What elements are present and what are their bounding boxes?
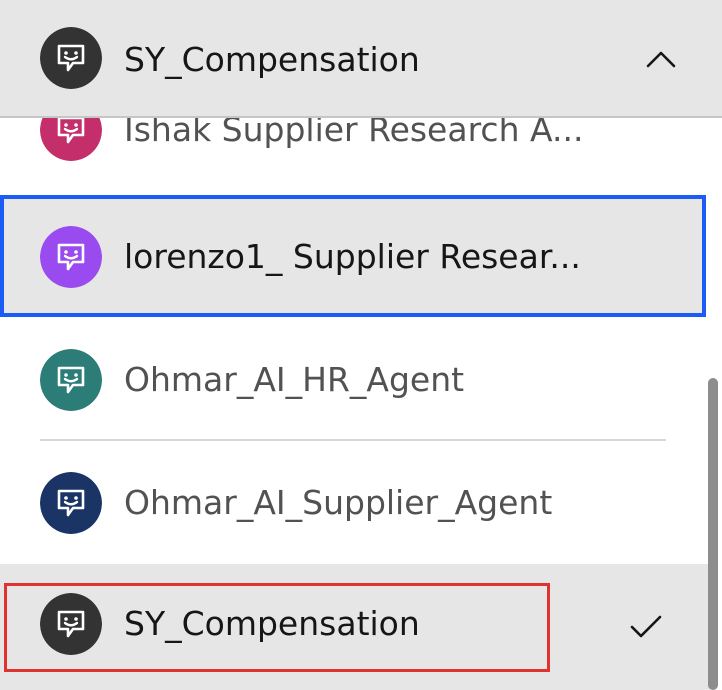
selected-agent-label: SY_Compensation xyxy=(124,40,420,79)
chat-bot-icon xyxy=(40,118,102,161)
option-label: lorenzo1_ Supplier Resear... xyxy=(124,237,581,276)
option-sy-compensation[interactable]: SY_Compensation xyxy=(0,564,710,690)
agent-dropdown: SY_Compensation Ishak Supplier Research … xyxy=(0,0,722,690)
option-label: Ohmar_AI_HR_Agent xyxy=(124,360,465,399)
option-lorenzo1-supplier-research[interactable]: lorenzo1_ Supplier Resear... xyxy=(0,195,706,317)
agent-options-list: Ishak Supplier Research A... lorenzo1_ S… xyxy=(0,118,722,690)
agent-dropdown-trigger[interactable]: SY_Compensation xyxy=(0,0,722,118)
option-ohmar-ai-supplier-agent[interactable]: Ohmar_AI_Supplier_Agent xyxy=(0,441,710,565)
checkmark-icon xyxy=(630,615,662,638)
option-ohmar-ai-hr-agent[interactable]: Ohmar_AI_HR_Agent xyxy=(0,318,710,442)
chat-bot-icon xyxy=(40,226,102,288)
option-label: Ohmar_AI_Supplier_Agent xyxy=(124,483,553,522)
chat-bot-icon xyxy=(40,593,102,655)
option-ishak-supplier-research[interactable]: Ishak Supplier Research A... xyxy=(0,118,710,192)
chat-bot-icon xyxy=(40,349,102,411)
option-label: SY_Compensation xyxy=(124,604,420,643)
scrollbar-thumb[interactable] xyxy=(708,378,718,690)
option-label: Ishak Supplier Research A... xyxy=(124,118,584,149)
chevron-up-icon[interactable] xyxy=(644,44,678,74)
chat-bot-icon xyxy=(40,27,102,89)
chat-bot-icon xyxy=(40,472,102,534)
